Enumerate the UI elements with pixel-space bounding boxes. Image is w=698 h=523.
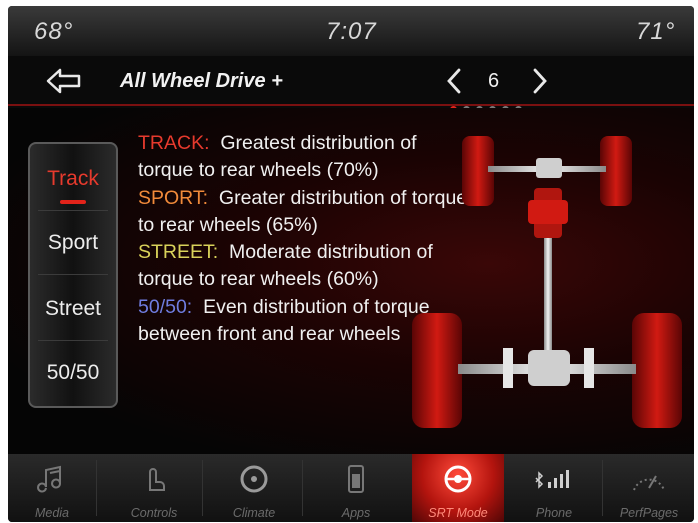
mode-sport-button[interactable]: Sport	[30, 212, 116, 274]
outside-temp-left: 68°	[34, 18, 74, 45]
mode-divider	[38, 274, 108, 275]
nav-label: PerfPages	[619, 506, 679, 520]
nav-label: SRT Mode	[428, 506, 488, 520]
nav-label: Phone	[535, 506, 573, 520]
track-key: TRACK:	[138, 132, 210, 154]
awd-content: Track Sport Street 50/50 TRACK: Greatest…	[8, 108, 694, 454]
nav-controls[interactable]: Controls	[106, 454, 202, 522]
nav-apps[interactable]: Apps	[306, 454, 406, 522]
nav-perfpages[interactable]: PerfPages	[604, 454, 694, 522]
mode-divider	[38, 210, 108, 211]
page-title: All Wheel Drive +	[120, 70, 283, 92]
awd-mode-selector: Track Sport Street 50/50	[28, 142, 118, 408]
page-header: All Wheel Drive + 6	[8, 56, 694, 108]
nav-divider	[202, 460, 203, 516]
outside-temp-right: 71°	[636, 18, 676, 45]
apps-icon	[348, 465, 364, 493]
selected-mode-indicator	[60, 200, 86, 204]
bottom-nav: Media Controls Climate Apps SRT Mode Pho…	[8, 454, 694, 522]
nav-label: Apps	[341, 506, 371, 520]
nav-climate[interactable]: Climate	[206, 454, 302, 522]
nav-divider	[602, 460, 603, 516]
back-arrow-icon[interactable]	[46, 66, 82, 96]
status-bar: 68° 7:07 71°	[8, 6, 694, 56]
music-note-icon	[37, 465, 61, 493]
infotainment-screen: 68° 7:07 71° All Wheel Drive + 6 Track S…	[8, 6, 694, 522]
awd-drivetrain-illustration	[412, 136, 682, 428]
page-number: 6	[488, 70, 500, 92]
fifty-key: 50/50:	[138, 295, 193, 318]
sport-key: SPORT:	[138, 186, 209, 209]
nav-divider	[96, 460, 97, 516]
climate-fan-icon	[240, 465, 268, 493]
mode-5050-button[interactable]: 50/50	[30, 342, 116, 404]
nav-media[interactable]: Media	[8, 454, 96, 522]
gauge-icon	[633, 475, 665, 491]
nav-label: Controls	[130, 506, 178, 520]
mode-divider	[38, 340, 108, 341]
nav-phone[interactable]: Phone	[508, 454, 600, 522]
steering-wheel-icon	[444, 465, 472, 493]
clock: 7:07	[326, 18, 377, 45]
street-key: STREET:	[138, 241, 219, 264]
nav-divider	[302, 460, 303, 516]
chevron-right-icon[interactable]	[530, 66, 550, 96]
touch-hand-icon	[149, 468, 165, 491]
mode-street-button[interactable]: Street	[30, 278, 116, 340]
header-divider	[8, 104, 694, 106]
nav-label: Climate	[232, 506, 276, 520]
nav-srt-mode[interactable]: SRT Mode	[412, 454, 504, 522]
bluetooth-signal-icon	[535, 470, 569, 489]
chevron-left-icon[interactable]	[444, 66, 464, 96]
nav-label: Media	[34, 506, 70, 520]
